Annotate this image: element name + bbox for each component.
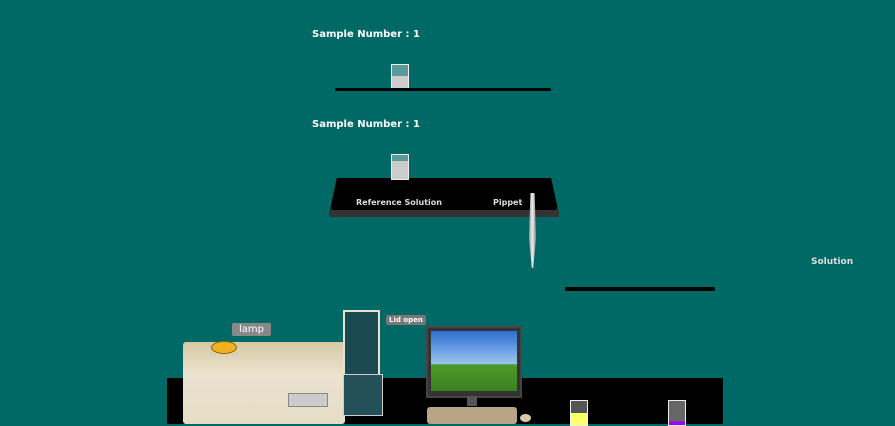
display-panel	[288, 393, 328, 407]
top-shelf	[335, 88, 551, 91]
computer-monitor[interactable]	[426, 326, 522, 398]
yellow-solution-cuvette[interactable]	[570, 400, 588, 426]
desktop-screen[interactable]	[431, 331, 517, 391]
mouse[interactable]	[520, 414, 531, 422]
solution-label: Solution	[811, 257, 854, 267]
sample-compartment[interactable]	[343, 374, 383, 416]
reference-solution-label: Reference Solution	[356, 198, 442, 207]
spectrophotometer[interactable]	[183, 342, 345, 424]
sample-number-top: Sample Number : 1	[312, 29, 420, 40]
lamp-icon[interactable]	[211, 341, 237, 354]
sample-cuvette-top[interactable]	[391, 64, 409, 90]
keyboard[interactable]	[427, 407, 517, 424]
tray-edge	[329, 210, 559, 217]
purple-solution-cuvette[interactable]	[668, 400, 686, 426]
solution-shelf	[565, 287, 715, 291]
monitor-stand	[467, 396, 477, 406]
lamp-tooltip: lamp	[232, 323, 271, 336]
sample-number-bottom: Sample Number : 1	[312, 119, 420, 130]
sample-lid[interactable]	[343, 310, 380, 376]
lid-open-tooltip: Lid open	[386, 315, 426, 325]
reference-cuvette[interactable]	[391, 154, 409, 180]
pipette-label: Pippet	[493, 198, 523, 207]
